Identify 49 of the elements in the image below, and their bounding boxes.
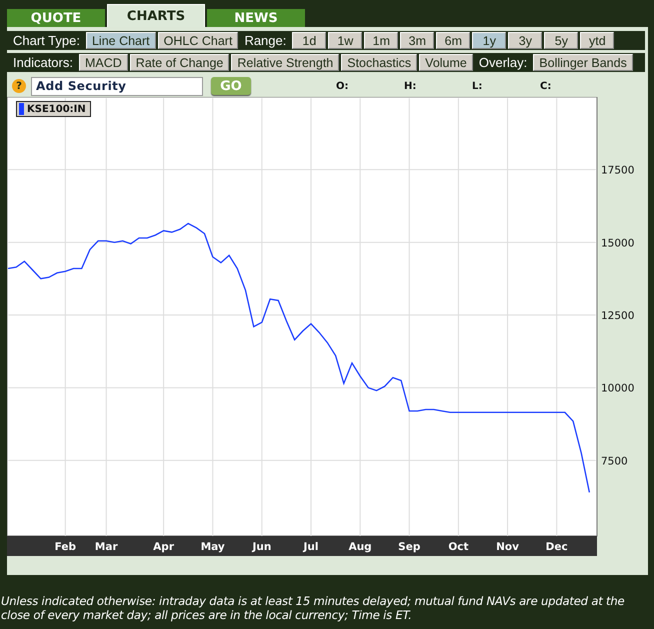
- indicator-button[interactable]: Rate of Change: [130, 54, 230, 71]
- x-tick-label: Jun: [252, 541, 272, 553]
- tab[interactable]: QUOTE: [7, 9, 105, 27]
- indicator-button[interactable]: Relative Strength: [231, 54, 340, 71]
- x-tick-label: Jul: [304, 541, 318, 553]
- indicator-button[interactable]: MACD: [78, 54, 128, 71]
- quote-label: C:: [540, 80, 552, 92]
- x-tick-label: Apr: [153, 541, 174, 553]
- range-option[interactable]: 1w: [328, 32, 362, 49]
- toolbar-label: Overlay:: [478, 55, 528, 70]
- y-tick-label: 12500: [601, 310, 634, 322]
- indicator-button[interactable]: Volume: [419, 54, 473, 71]
- range-option[interactable]: 1y: [472, 32, 506, 49]
- range-option[interactable]: 1d: [292, 32, 326, 49]
- overlay-button[interactable]: Bollinger Bands: [533, 54, 633, 71]
- quote-label: H:: [404, 80, 418, 92]
- security-input-field[interactable]: Add Security: [31, 76, 203, 96]
- chart-type-option[interactable]: OHLC Chart: [158, 32, 238, 49]
- y-tick-label: 15000: [601, 237, 634, 250]
- x-tick-label: Mar: [94, 541, 118, 553]
- x-tick-label: Feb: [54, 541, 76, 553]
- range-option[interactable]: ytd: [580, 32, 614, 49]
- chart-type-option[interactable]: Line Chart: [86, 32, 156, 49]
- toolbar-label: Range:: [243, 33, 288, 48]
- quote-label: O:: [336, 80, 350, 92]
- x-tick-label: Nov: [496, 541, 519, 553]
- y-tick-label: 17500: [601, 164, 634, 177]
- indicator-button[interactable]: Stochastics: [341, 54, 418, 71]
- x-tick-label: Aug: [348, 541, 372, 553]
- help-button[interactable]: ?: [12, 79, 26, 93]
- quote-label: L:: [472, 80, 484, 92]
- range-option[interactable]: 3m: [400, 32, 434, 49]
- x-tick-label: Sep: [398, 541, 420, 553]
- disclaimer-text: Unless indicated otherwise: intraday data is at least 15 minutes delayed; mutual fund NAVs are updated at the close of every market day; all prices are in the local currency; Time is ET.: [1, 594, 626, 622]
- x-tick-label: Dec: [546, 541, 568, 553]
- y-tick-label: 10000: [601, 382, 634, 395]
- range-option[interactable]: 1m: [364, 32, 398, 49]
- x-tick-label: May: [200, 541, 225, 553]
- tab[interactable]: CHARTS: [107, 4, 205, 27]
- toolbar-label: Chart Type:: [12, 33, 81, 48]
- toolbar-label: Indicators:: [12, 55, 74, 70]
- legend-swatch: [19, 103, 24, 115]
- range-option[interactable]: 6m: [436, 32, 470, 49]
- x-tick-label: Oct: [448, 541, 468, 553]
- range-option[interactable]: 5y: [544, 32, 578, 49]
- range-option[interactable]: 3y: [508, 32, 542, 49]
- tab[interactable]: NEWS: [207, 9, 305, 27]
- y-tick-label: 7500: [601, 455, 628, 468]
- legend-label: KSE100:IN: [27, 104, 86, 114]
